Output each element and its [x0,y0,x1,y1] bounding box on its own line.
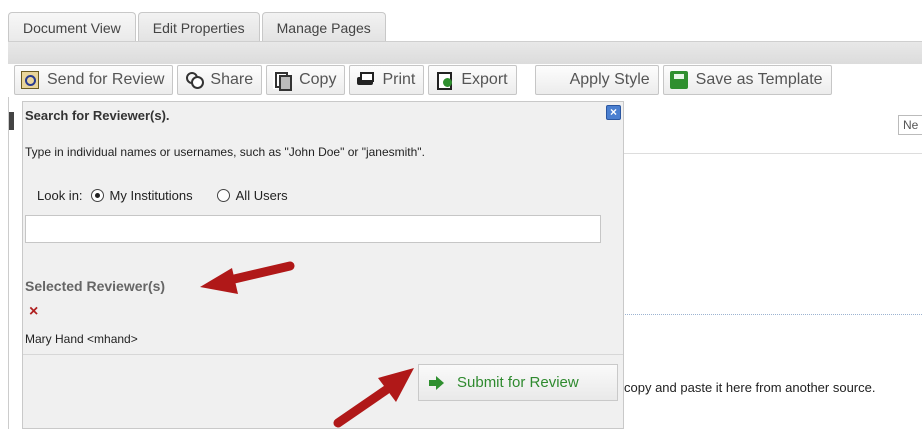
dialog-title: Search for Reviewer(s). [25,108,170,123]
arrow-right-icon [429,375,444,390]
save-icon [669,71,688,89]
tab-bar: Document View Edit Properties Manage Pag… [8,8,386,43]
users-icon [184,71,205,89]
export-label: Export [461,71,508,88]
share-button[interactable]: Share [177,65,263,95]
look-in-label: Look in: [37,188,83,203]
document-marker [9,112,14,130]
paste-hint-text: copy and paste it here from another sour… [624,380,876,395]
save-as-template-button[interactable]: Save as Template [662,65,832,95]
submit-for-review-button[interactable]: Submit for Review [418,364,618,401]
review-icon [21,71,39,89]
radio-all-users-label[interactable]: All Users [236,188,288,203]
save-as-template-label: Save as Template [695,71,823,88]
share-label: Share [210,71,254,88]
copy-icon [273,71,293,91]
background-field[interactable]: Ne [898,115,922,135]
dialog-instructions: Type in individual names or usernames, s… [25,145,425,159]
tab-edit-properties[interactable]: Edit Properties [137,12,260,43]
dialog-divider [23,354,623,355]
tab-strip [8,41,922,64]
export-button[interactable]: Export [428,65,517,95]
selected-reviewer-item: Mary Hand <mhand> [25,332,138,346]
printer-icon [356,71,375,89]
apply-style-button[interactable]: Apply Style [534,65,659,95]
radio-my-institutions[interactable] [90,189,104,202]
selected-reviewers-label: Selected Reviewer(s) [25,278,166,294]
send-for-review-label: Send for Review [47,71,165,88]
toolbar: Send for Review Share Copy Print Export … [14,63,832,97]
radio-my-institutions-label[interactable]: My Institutions [110,188,193,203]
copy-button[interactable]: Copy [266,65,346,95]
document-edge [8,97,17,429]
look-in-group: Look in: My Institutions All Users [37,188,304,203]
print-label: Print [382,71,416,88]
tab-document-view[interactable]: Document View [8,12,136,43]
reviewer-search-dialog: Search for Reviewer(s). × Type in indivi… [22,101,624,429]
tab-manage-pages[interactable]: Manage Pages [261,12,386,43]
copy-label: Copy [299,71,337,88]
remove-reviewer-icon[interactable]: × [29,303,38,321]
reviewer-search-input[interactable] [25,215,601,243]
document-dotted-divider [622,314,922,316]
submit-for-review-label: Submit for Review [457,374,579,391]
export-icon [435,71,453,90]
send-for-review-button[interactable]: Send for Review [14,65,174,95]
close-icon[interactable]: × [606,105,621,120]
print-button[interactable]: Print [349,65,425,95]
radio-all-users[interactable] [216,189,230,202]
document-divider [622,153,922,154]
apply-style-label: Apply Style [569,71,650,88]
